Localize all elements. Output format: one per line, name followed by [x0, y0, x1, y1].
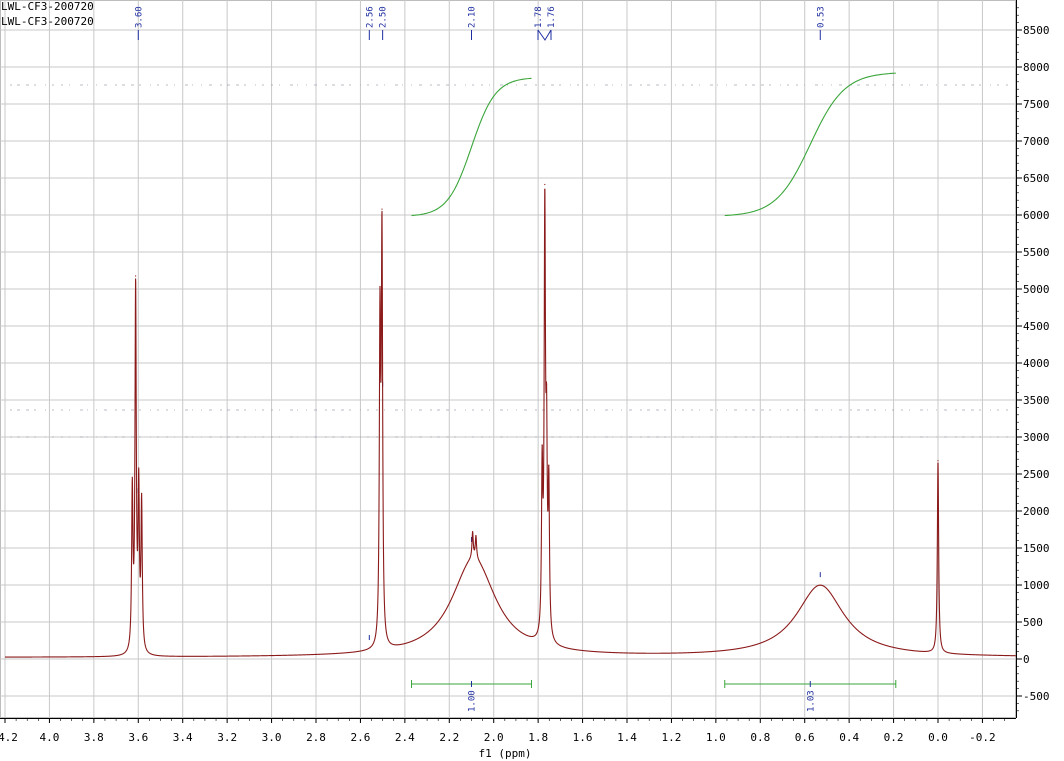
peak-label-text: 0.53	[816, 6, 826, 28]
integral-region: 1.03	[724, 72, 897, 712]
y-tick-label: 1500	[1023, 542, 1050, 555]
x-tick-label: 0.8	[750, 731, 770, 744]
y-tick-label: 7000	[1023, 135, 1050, 148]
x-tick-label: -0.2	[969, 731, 996, 744]
peak-label: 2.56	[365, 6, 375, 641]
y-tick-label: 4000	[1023, 357, 1050, 370]
x-tick-label: 1.0	[706, 731, 726, 744]
y-tick-label: 4500	[1023, 320, 1050, 333]
y-tick-label: 0	[1023, 653, 1030, 666]
peak-label-text: 3.60	[134, 6, 144, 28]
x-tick-label: 1.6	[573, 731, 593, 744]
y-tick-label: 5500	[1023, 246, 1050, 259]
spectrum-trace-layer	[5, 183, 1016, 658]
peak-mark	[548, 464, 550, 466]
x-tick-label: 2.4	[395, 731, 415, 744]
peak-mark	[472, 530, 474, 533]
peak-label-text: 2.50	[379, 6, 389, 28]
peak-mark	[473, 546, 475, 549]
y-tick-label: 2000	[1023, 505, 1050, 518]
x-tick-label: 0.2	[884, 731, 904, 744]
x-tick-label: 0.4	[839, 731, 859, 744]
spectrum-title-1: LWL-CF3-200720	[1, 0, 94, 13]
peak-mark	[141, 492, 143, 495]
peak-mark	[475, 534, 477, 537]
x-tick-label: 3.4	[173, 731, 193, 744]
peak-mark	[381, 208, 383, 210]
integral-layer: 1.00 1.03	[411, 72, 897, 712]
spectrum-trace	[5, 188, 1016, 658]
peak-mark	[131, 476, 133, 478]
x-axis-label: f1 (ppm)	[479, 747, 532, 760]
x-tick-label: 1.8	[528, 731, 548, 744]
grid-lines	[0, 0, 1016, 718]
x-tick-label: 3.2	[217, 731, 237, 744]
plot-frame	[0, 0, 1016, 718]
peak-label-connector	[537, 29, 552, 41]
axes: 4.2 4.0 3.8 3.6 3.4 3.2 3.0 2.8 2.6 2.4 2.2 2.0 1.8 1…	[0, 0, 1050, 744]
y-tick-label: 3500	[1023, 394, 1050, 407]
peak-label-text: 1.76	[547, 6, 557, 28]
peak-label-text: 2.56	[365, 6, 375, 28]
integral-region: 1.00	[411, 77, 532, 712]
peak-label: 1.76	[546, 6, 557, 434]
peak-label-layer: 3.60 2.56 2.50 2.10 1.78 1.76 0.53	[134, 6, 826, 641]
integral-value: 1.03	[806, 690, 816, 712]
x-tick-label: 2.6	[350, 731, 370, 744]
y-tick-label: -500	[1023, 690, 1050, 703]
peak-label: 0.53	[816, 6, 826, 578]
spectrum-title-2: LWL-CF3-200720	[1, 15, 94, 28]
y-tick-label: 1000	[1023, 579, 1050, 592]
title-layer: LWL-CF3-200720 LWL-CF3-200720	[1, 0, 94, 28]
integral-curve	[411, 77, 532, 217]
peak-mark	[138, 467, 140, 469]
peak-mark	[937, 460, 939, 462]
x-tick-label: 3.8	[84, 731, 104, 744]
peak-mark	[545, 383, 548, 385]
y-tick-label: 8000	[1023, 61, 1050, 74]
x-tick-label: 1.2	[661, 731, 681, 744]
y-tick-label: 500	[1023, 616, 1043, 629]
x-tick-label: 2.8	[306, 731, 326, 744]
y-tick-label: 6500	[1023, 172, 1050, 185]
peak-label-text: 1.78	[534, 6, 544, 28]
y-tick-label: 6000	[1023, 209, 1050, 222]
x-tick-label: 0.6	[795, 731, 815, 744]
x-tick-label: 2.0	[484, 731, 504, 744]
y-tick-label: 8500	[1023, 24, 1050, 37]
x-tick-label: 3.6	[128, 731, 148, 744]
peak-mark	[135, 275, 137, 277]
peak-mark	[379, 285, 381, 288]
y-tick-label: 3000	[1023, 431, 1050, 444]
peak-label: 2.10	[468, 6, 478, 542]
x-tick-label: 0.0	[928, 731, 948, 744]
integral-curve	[724, 72, 896, 217]
peak-mark	[819, 584, 821, 586]
y-tick-label: 5000	[1023, 283, 1050, 296]
peak-mark	[544, 183, 546, 186]
y-tick-label: 2500	[1023, 468, 1050, 481]
y-tick-label: 7500	[1023, 98, 1050, 111]
x-tick-label: 1.4	[617, 731, 637, 744]
x-tick-label: 4.0	[39, 731, 59, 744]
peak-mark	[541, 444, 543, 446]
x-tick-label: 2.2	[439, 731, 459, 744]
peak-label-text: 2.10	[468, 6, 478, 28]
x-tick-label: 4.2	[0, 731, 18, 744]
nmr-spectrum-chart: 4.2 4.0 3.8 3.6 3.4 3.2 3.0 2.8 2.6 2.4 2.2 2.0 1.8 1…	[0, 0, 1050, 760]
integral-value: 1.00	[468, 690, 478, 712]
peak-label: 1.78	[534, 6, 544, 463]
x-tick-label: 3.0	[262, 731, 282, 744]
